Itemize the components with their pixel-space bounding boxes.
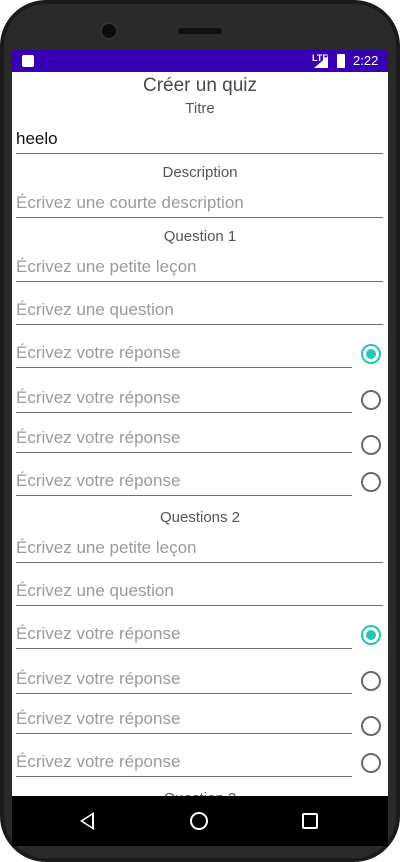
page-title: Créer un quiz — [142, 75, 258, 96]
question-1-answer-4-radio[interactable] — [361, 472, 381, 492]
question-2-question-input[interactable]: Écrivez une question — [16, 581, 383, 606]
status-time: 2:22 — [353, 53, 379, 68]
description-label: Description — [162, 164, 238, 181]
camera-icon — [100, 22, 118, 40]
question-2-answer-1-radio[interactable] — [361, 625, 381, 645]
question-1-answer-1-input[interactable]: Écrivez votre réponse — [16, 343, 352, 368]
battery-icon — [337, 54, 345, 68]
question-1-answer-2-input[interactable]: Écrivez votre réponse — [16, 388, 352, 413]
question-2-answer-4-input[interactable]: Écrivez votre réponse — [16, 752, 352, 777]
home-icon[interactable] — [190, 812, 208, 830]
question-1-answer-3-input[interactable]: Écrivez votre réponse — [16, 428, 352, 453]
question-2-answer-3-radio[interactable] — [361, 716, 381, 736]
question-2-answer-1-input[interactable]: Écrivez votre réponse — [16, 624, 352, 649]
recent-apps-icon[interactable] — [302, 813, 318, 829]
question-2-answer-3-input[interactable]: Écrivez votre réponse — [16, 709, 352, 734]
question-1-answer-4-input[interactable]: Écrivez votre réponse — [16, 471, 352, 496]
question-2-lesson-input[interactable]: Écrivez une petite leçon — [16, 538, 383, 563]
quiz-form: Créer un quiz Titre heelo Description Éc… — [12, 72, 388, 807]
question-2-label: Questions 2 — [159, 509, 241, 526]
title-input[interactable]: heelo — [16, 129, 383, 154]
question-1-lesson-input[interactable]: Écrivez une petite leçon — [16, 257, 383, 282]
navigation-bar — [12, 796, 388, 846]
question-2-answer-4-radio[interactable] — [361, 753, 381, 773]
status-bar: LTE 2:22 — [12, 50, 388, 72]
question-1-label: Question 1 — [163, 228, 237, 245]
back-icon[interactable] — [80, 812, 94, 830]
question-1-answer-3-radio[interactable] — [361, 435, 381, 455]
phone-frame: LTE 2:22 Créer un quiz Titre heelo Descr… — [0, 0, 400, 862]
sd-card-icon — [22, 55, 34, 67]
question-1-question-input[interactable]: Écrivez une question — [16, 300, 383, 325]
question-1-answer-2-radio[interactable] — [361, 390, 381, 410]
title-label: Titre — [185, 100, 215, 117]
question-2-answer-2-input[interactable]: Écrivez votre réponse — [16, 669, 352, 694]
question-2-answer-2-radio[interactable] — [361, 671, 381, 691]
speaker-grille — [178, 28, 222, 34]
screen: LTE 2:22 Créer un quiz Titre heelo Descr… — [12, 50, 388, 846]
question-1-answer-1-radio[interactable] — [361, 344, 381, 364]
network-type: LTE — [312, 53, 329, 63]
description-input[interactable]: Écrivez une courte description — [16, 193, 383, 218]
